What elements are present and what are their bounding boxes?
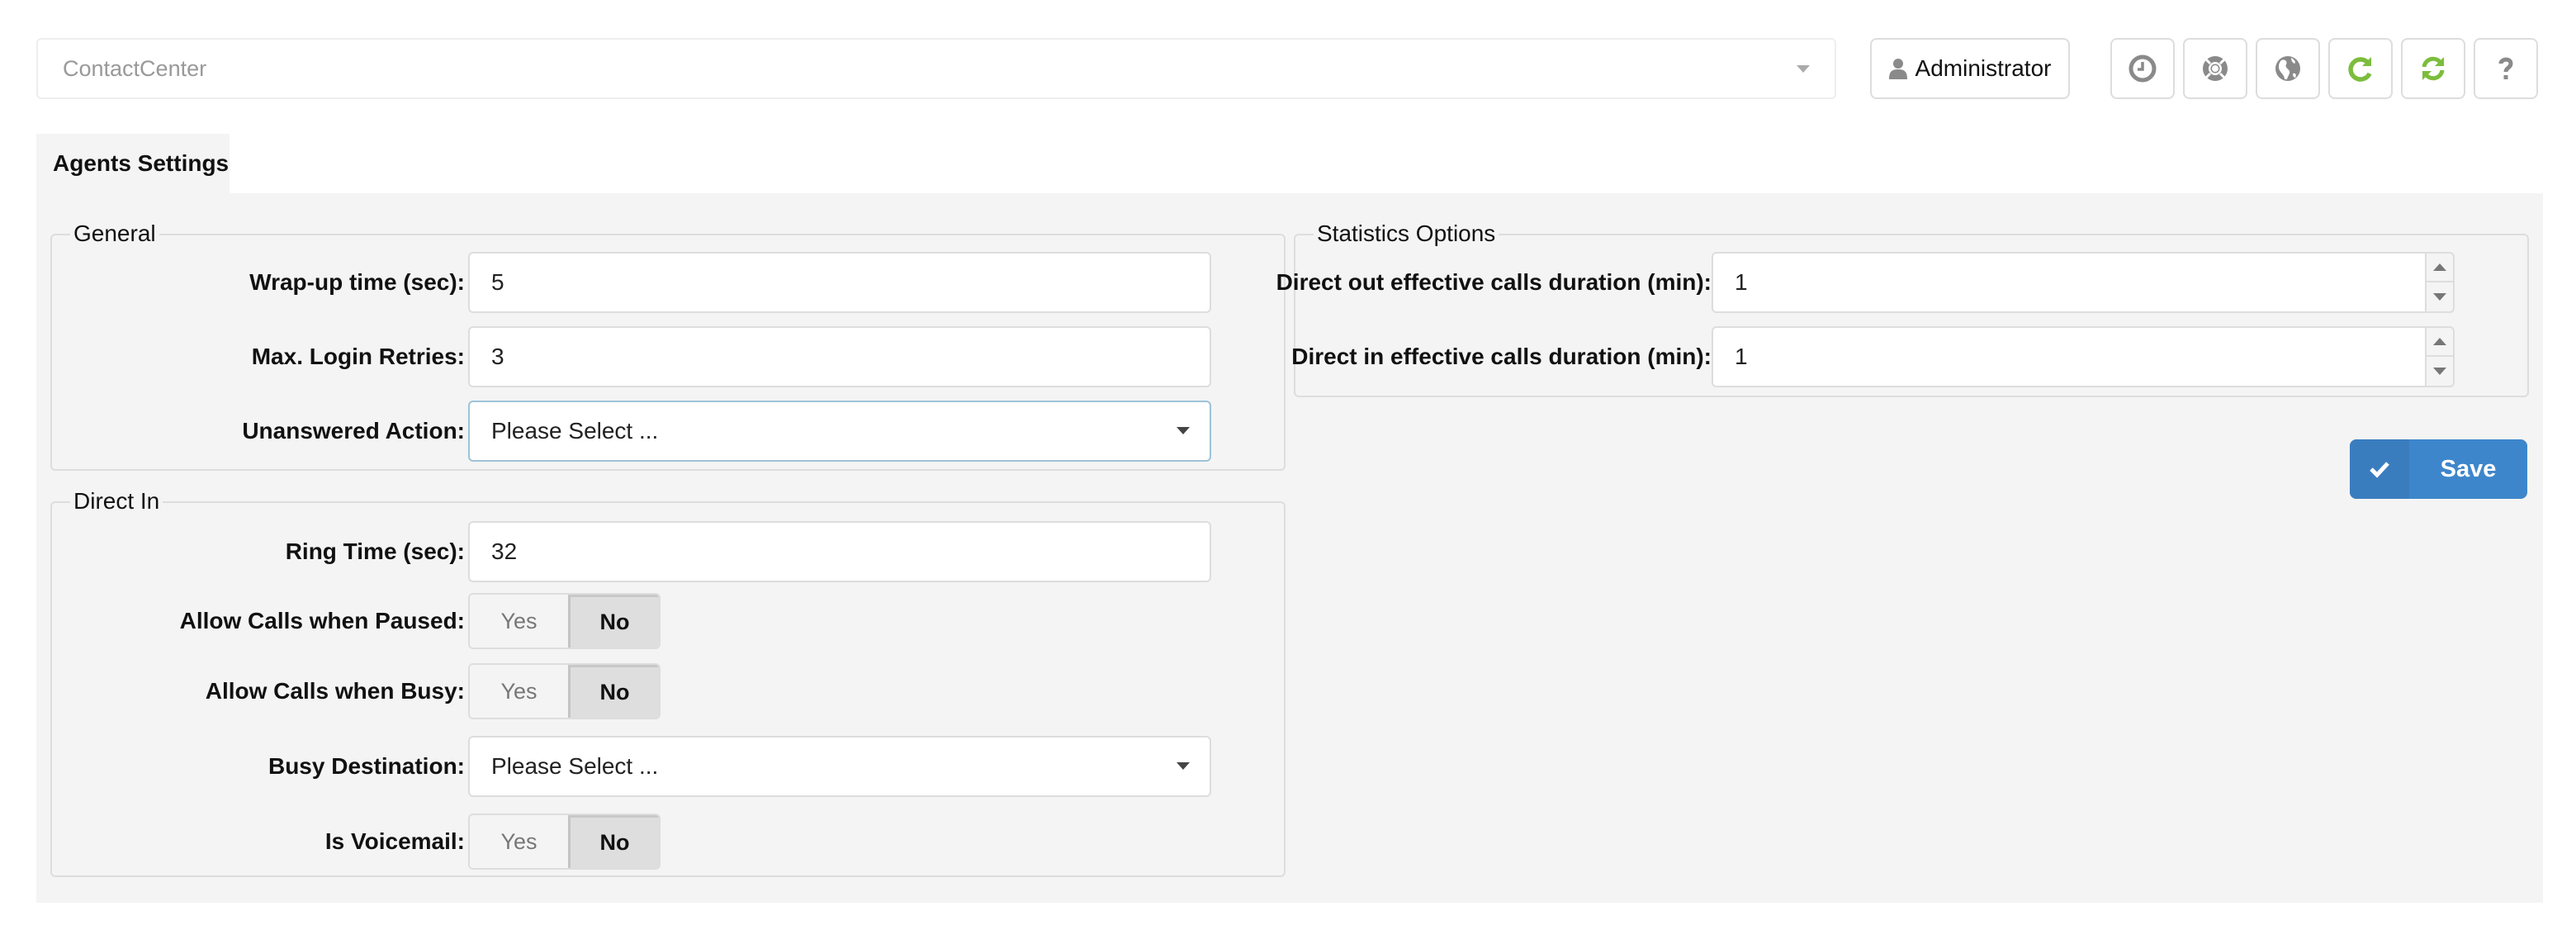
user-menu-button[interactable]: Administrator: [1870, 38, 2070, 99]
reload-button[interactable]: [2328, 38, 2393, 99]
ring-time-input[interactable]: 32: [468, 521, 1211, 582]
direct-out-duration-spinner[interactable]: [2425, 252, 2455, 313]
question-icon: [2498, 57, 2513, 79]
busy-destination-value: Please Select ...: [491, 753, 659, 779]
is-voicemail-toggle[interactable]: Yes No: [468, 814, 661, 870]
direct-in-legend: Direct In: [70, 488, 163, 515]
globe-icon: [2275, 56, 2300, 81]
allow-paused-yes[interactable]: Yes: [470, 595, 568, 648]
chevron-down-icon: [1177, 427, 1190, 434]
is-voicemail-no[interactable]: No: [568, 815, 659, 868]
help-button[interactable]: [2474, 38, 2538, 99]
ring-time-label: Ring Time (sec):: [285, 538, 465, 564]
wrapup-label: Wrap-up time (sec):: [249, 269, 465, 295]
direct-in-duration-label: Direct in effective calls duration (min)…: [1291, 344, 1712, 369]
direct-in-duration-spinner[interactable]: [2425, 326, 2455, 387]
direct-in-duration-input[interactable]: 1: [1712, 326, 2427, 387]
caret-down-icon: [2433, 293, 2446, 301]
is-voicemail-label: Is Voicemail:: [324, 828, 465, 854]
allow-busy-toggle[interactable]: Yes No: [468, 663, 661, 719]
redo-icon: [2348, 57, 2372, 82]
checkmark-icon: [2350, 439, 2409, 499]
allow-paused-label: Allow Calls when Paused:: [179, 608, 465, 633]
user-menu-label: Administrator: [1915, 55, 2052, 81]
increment-button[interactable]: [2427, 328, 2453, 357]
save-label: Save: [2440, 455, 2497, 482]
instance-select[interactable]: ContactCenter: [36, 38, 1836, 99]
caret-down-icon: [2433, 368, 2446, 375]
busy-destination-label: Busy Destination:: [268, 753, 465, 779]
caret-up-icon: [2433, 263, 2446, 271]
login-retries-input[interactable]: 3: [468, 326, 1211, 387]
login-retries-label: Max. Login Retries:: [251, 344, 465, 369]
statistics-legend: Statistics Options: [1314, 221, 1499, 247]
is-voicemail-yes[interactable]: Yes: [470, 815, 568, 868]
direct-out-duration-label: Direct out effective calls duration (min…: [1276, 269, 1712, 295]
increment-button[interactable]: [2427, 254, 2453, 282]
tab-agents-settings[interactable]: Agents Settings: [36, 134, 230, 193]
caret-up-icon: [2433, 338, 2446, 345]
unanswered-action-value: Please Select ...: [491, 418, 659, 444]
support-button[interactable]: [2183, 38, 2247, 99]
wrapup-input[interactable]: 5: [468, 252, 1211, 313]
history-button[interactable]: [2110, 38, 2175, 99]
language-button[interactable]: [2256, 38, 2320, 99]
chevron-down-icon: [1177, 762, 1190, 770]
lifebuoy-icon: [2203, 56, 2228, 81]
decrement-button[interactable]: [2427, 282, 2453, 311]
decrement-button[interactable]: [2427, 357, 2453, 386]
save-button[interactable]: Save: [2350, 439, 2527, 499]
allow-paused-toggle[interactable]: Yes No: [468, 593, 661, 649]
general-legend: General: [70, 221, 159, 247]
unanswered-action-select[interactable]: Please Select ...: [468, 401, 1211, 462]
user-icon: [1888, 59, 1907, 79]
busy-destination-select[interactable]: Please Select ...: [468, 736, 1211, 797]
instance-select-value: ContactCenter: [63, 56, 207, 81]
refresh-icon: [2422, 56, 2445, 81]
direct-out-duration-input[interactable]: 1: [1712, 252, 2427, 313]
allow-busy-label: Allow Calls when Busy:: [205, 678, 465, 704]
clock-icon: [2129, 55, 2157, 83]
allow-paused-no[interactable]: No: [568, 595, 659, 648]
unanswered-action-label: Unanswered Action:: [242, 418, 465, 444]
allow-busy-no[interactable]: No: [568, 665, 659, 718]
refresh-button[interactable]: [2401, 38, 2465, 99]
allow-busy-yes[interactable]: Yes: [470, 665, 568, 718]
chevron-down-icon: [1797, 65, 1810, 73]
